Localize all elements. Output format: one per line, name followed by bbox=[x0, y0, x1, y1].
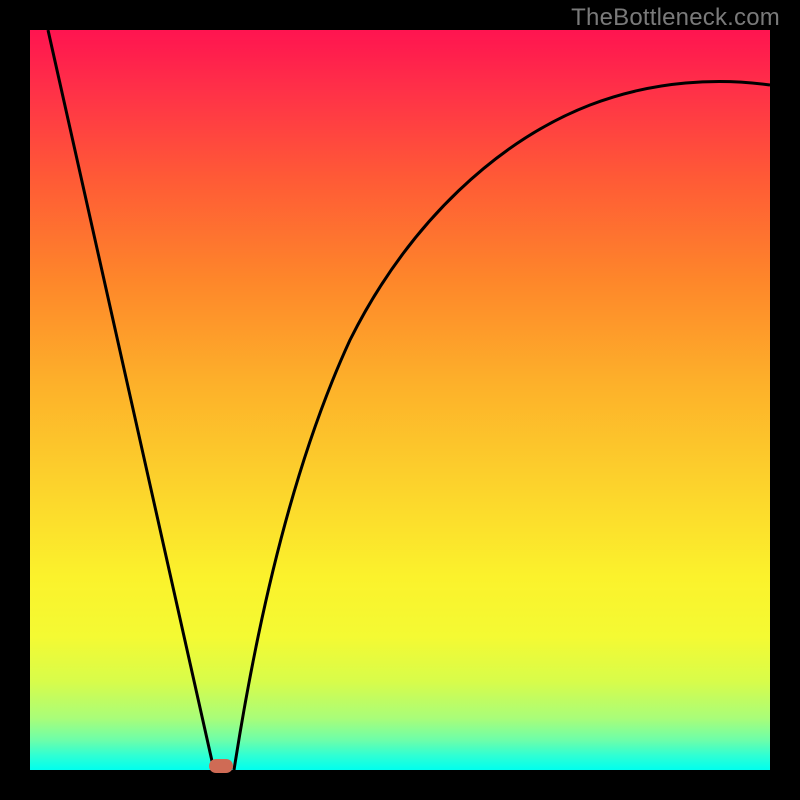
minimum-marker bbox=[209, 759, 233, 773]
watermark-text: TheBottleneck.com bbox=[571, 4, 780, 32]
chart-frame: TheBottleneck.com bbox=[0, 0, 800, 800]
plot-area bbox=[30, 30, 770, 770]
curve-right-segment bbox=[234, 82, 770, 770]
bottleneck-curve bbox=[30, 30, 770, 770]
curve-left-segment bbox=[48, 30, 214, 770]
